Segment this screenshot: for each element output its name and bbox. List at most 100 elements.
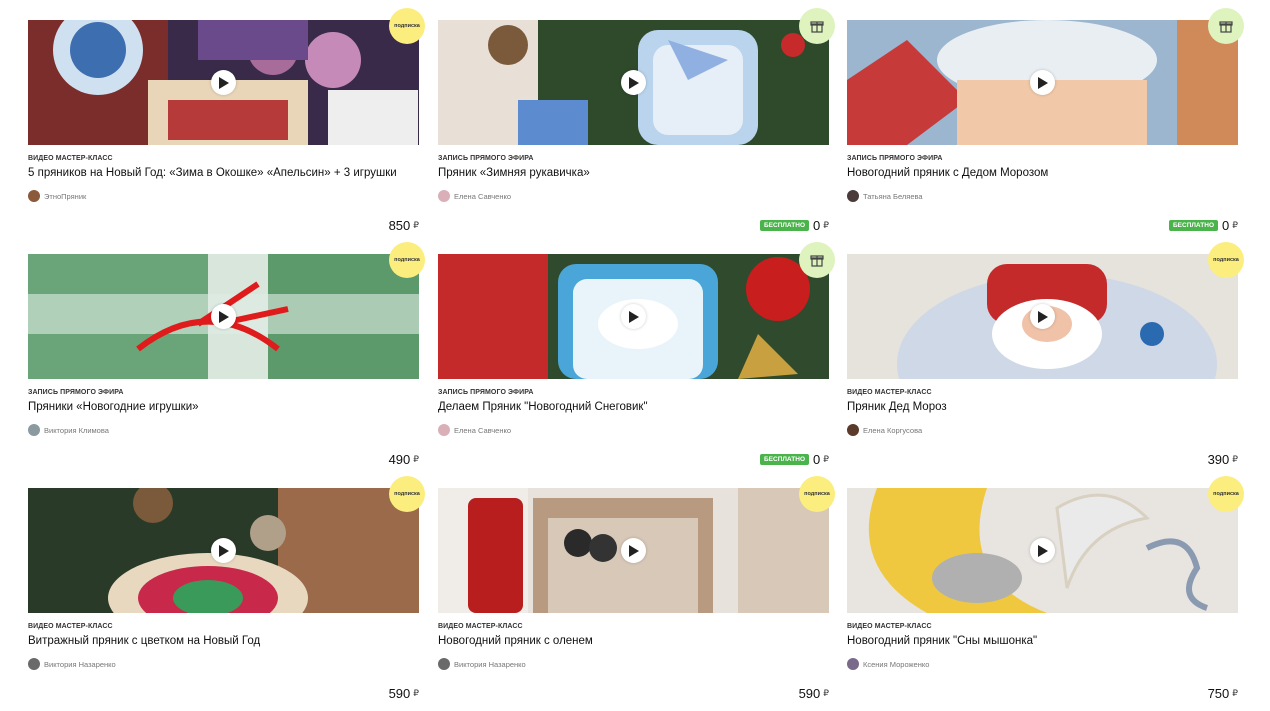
gift-icon	[810, 21, 824, 33]
course-card[interactable]: подписка Видео мастер-класс Новогодний п…	[438, 476, 835, 708]
currency-sign: ₽	[413, 220, 419, 230]
gift-badge	[799, 8, 835, 44]
avatar	[28, 424, 40, 436]
course-type: Запись прямого эфира	[28, 389, 124, 396]
course-title[interactable]: Пряник Дед Мороз	[847, 401, 947, 413]
course-card[interactable]: подписка Видео мастер-класс Пряник Дед М…	[847, 242, 1244, 474]
subscription-badge: подписка	[389, 8, 425, 44]
course-title[interactable]: Пряник «Зимняя рукавичка»	[438, 167, 590, 179]
avatar	[438, 658, 450, 670]
play-icon[interactable]	[1030, 538, 1055, 563]
free-badge: Бесплатно	[1169, 220, 1219, 231]
course-title[interactable]: Новогодний пряник с оленем	[438, 635, 593, 647]
course-title[interactable]: Пряники «Новогодние игрушки»	[28, 401, 199, 413]
play-icon[interactable]	[211, 304, 236, 329]
avatar	[438, 424, 450, 436]
course-title[interactable]: Новогодний пряник с Дедом Морозом	[847, 167, 1048, 179]
gift-icon	[810, 255, 824, 267]
course-card[interactable]: подписка Видео мастер-класс Новогодний п…	[847, 476, 1244, 708]
course-type: Видео мастер-класс	[28, 155, 113, 162]
course-author[interactable]: Татьяна Беляева	[847, 190, 923, 202]
currency-sign: ₽	[1232, 220, 1238, 230]
author-name: Татьяна Беляева	[863, 191, 923, 201]
play-icon[interactable]	[1030, 304, 1055, 329]
play-icon[interactable]	[1030, 70, 1055, 95]
course-thumbnail[interactable]	[847, 488, 1238, 613]
subscription-badge: подписка	[1208, 242, 1244, 278]
course-card[interactable]: Запись прямого эфира Новогодний пряник с…	[847, 8, 1244, 240]
course-title[interactable]: Делаем Пряник "Новогодний Снеговик"	[438, 401, 648, 413]
course-title[interactable]: Витражный пряник с цветком на Новый Год	[28, 635, 260, 647]
play-icon[interactable]	[211, 70, 236, 95]
price-value: 490	[388, 452, 411, 467]
course-type: Видео мастер-класс	[438, 623, 523, 630]
avatar	[847, 658, 859, 670]
author-name: ЭтноПряник	[44, 191, 87, 201]
course-author[interactable]: ЭтноПряник	[28, 190, 86, 202]
course-author[interactable]: Елена Савченко	[438, 424, 511, 436]
course-card[interactable]: Запись прямого эфира Делаем Пряник "Ново…	[438, 242, 835, 474]
course-title[interactable]: 5 пряников на Новый Год: «Зима в Окошке»…	[28, 167, 397, 179]
subscription-badge: подписка	[389, 476, 425, 512]
gift-icon	[1219, 21, 1233, 33]
price-value: 0	[813, 218, 821, 233]
gift-badge	[799, 242, 835, 278]
currency-sign: ₽	[823, 688, 829, 698]
course-grid: подписка Видео мастер-класс 5 пряников н…	[28, 8, 1244, 711]
course-thumbnail[interactable]	[438, 254, 829, 379]
course-author[interactable]: Виктория Назаренко	[28, 658, 116, 670]
currency-sign: ₽	[413, 688, 419, 698]
course-title[interactable]: Новогодний пряник "Сны мышонка"	[847, 635, 1037, 647]
course-author[interactable]: Ксения Мороженко	[847, 658, 929, 670]
course-author[interactable]: Елена Коргусова	[847, 424, 922, 436]
author-name: Виктория Климова	[44, 425, 109, 435]
play-icon[interactable]	[621, 304, 646, 329]
course-thumbnail[interactable]	[28, 20, 419, 145]
course-thumbnail[interactable]	[438, 20, 829, 145]
play-icon[interactable]	[621, 538, 646, 563]
author-name: Елена Савченко	[454, 191, 512, 201]
course-type: Запись прямого эфира	[847, 155, 943, 162]
currency-sign: ₽	[823, 220, 829, 230]
price-value: 590	[798, 686, 821, 701]
author-name: Виктория Назаренко	[454, 659, 526, 669]
course-thumbnail[interactable]	[847, 20, 1238, 145]
course-price: 590 ₽	[389, 686, 419, 701]
course-thumbnail[interactable]	[847, 254, 1238, 379]
course-type: Запись прямого эфира	[438, 389, 534, 396]
avatar	[438, 190, 450, 202]
course-author[interactable]: Виктория Назаренко	[438, 658, 526, 670]
course-type: Видео мастер-класс	[847, 623, 932, 630]
course-thumbnail[interactable]	[28, 254, 419, 379]
avatar	[28, 190, 40, 202]
course-card[interactable]: Запись прямого эфира Пряник «Зимняя рука…	[438, 8, 835, 240]
price-value: 390	[1207, 452, 1230, 467]
course-thumbnail[interactable]	[438, 488, 829, 613]
play-icon[interactable]	[211, 538, 236, 563]
currency-sign: ₽	[823, 454, 829, 464]
course-price: 750 ₽	[1208, 686, 1238, 701]
course-card[interactable]: подписка Запись прямого эфира Пряники «Н…	[28, 242, 425, 474]
course-price: 850 ₽	[389, 218, 419, 233]
price-value: 750	[1207, 686, 1230, 701]
course-price: Бесплатно 0 ₽	[1169, 218, 1238, 233]
course-type: Видео мастер-класс	[847, 389, 932, 396]
gift-badge	[1208, 8, 1244, 44]
course-thumbnail[interactable]	[28, 488, 419, 613]
course-author[interactable]: Елена Савченко	[438, 190, 511, 202]
course-card[interactable]: подписка Видео мастер-класс Витражный пр…	[28, 476, 425, 708]
avatar	[28, 658, 40, 670]
subscription-badge: подписка	[1208, 476, 1244, 512]
course-price: Бесплатно 0 ₽	[760, 452, 829, 467]
price-value: 850	[388, 218, 411, 233]
course-price: 390 ₽	[1208, 452, 1238, 467]
author-name: Ксения Мороженко	[863, 659, 930, 669]
play-icon[interactable]	[621, 70, 646, 95]
course-author[interactable]: Виктория Климова	[28, 424, 109, 436]
currency-sign: ₽	[1232, 454, 1238, 464]
author-name: Виктория Назаренко	[44, 659, 116, 669]
avatar	[847, 190, 859, 202]
currency-sign: ₽	[413, 454, 419, 464]
course-card[interactable]: подписка Видео мастер-класс 5 пряников н…	[28, 8, 425, 240]
free-badge: Бесплатно	[760, 454, 810, 465]
